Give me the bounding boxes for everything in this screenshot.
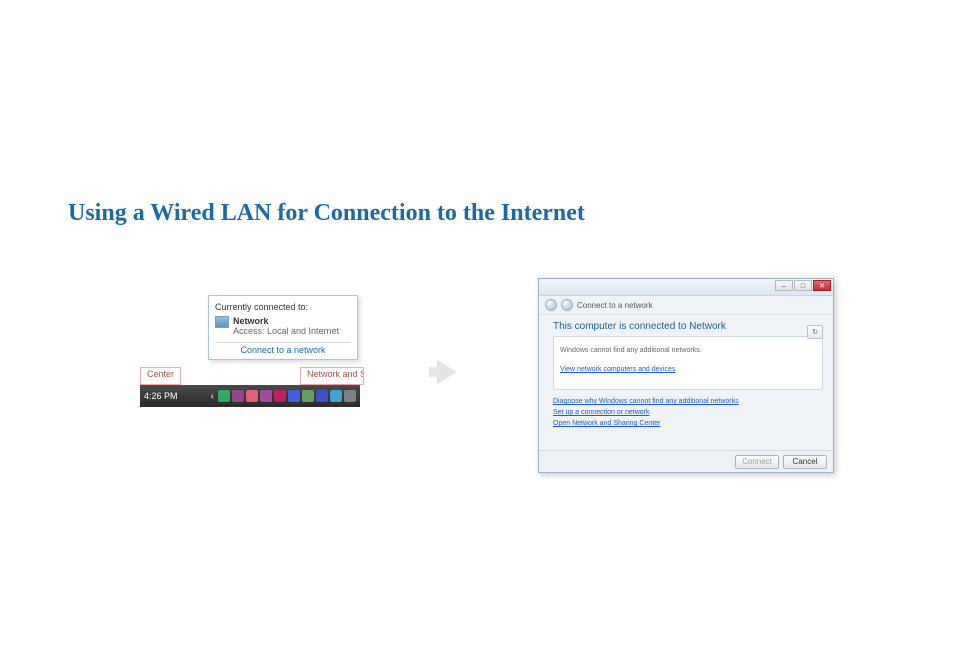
network-tray-popup: Currently connected to: Network Access: … (208, 295, 358, 360)
no-networks-message: Windows cannot find any additional netwo… (560, 347, 816, 354)
setup-connection-link[interactable]: Set up a connection or network (553, 407, 823, 418)
open-sharing-center-link[interactable]: Open Network and Sharing Center (553, 418, 823, 429)
diagnose-link[interactable]: Diagnose why Windows cannot find any add… (553, 396, 823, 407)
tray-network-figure: Currently connected to: Network Access: … (140, 295, 360, 410)
tray-icon[interactable] (274, 390, 286, 402)
connect-network-dialog: – □ ✕ Connect to a network This computer… (538, 278, 834, 473)
connect-button[interactable]: Connect (735, 455, 779, 469)
dialog-heading: This computer is connected to Network (553, 321, 823, 332)
breadcrumb-title: Connect to a network (577, 301, 653, 310)
network-name: Network (233, 316, 339, 326)
network-icon (215, 316, 229, 328)
tray-icon[interactable] (344, 390, 356, 402)
window-close-button[interactable]: ✕ (813, 280, 831, 291)
refresh-button[interactable]: ↻ (807, 325, 823, 339)
tray-icon[interactable] (232, 390, 244, 402)
tray-icon[interactable] (288, 390, 300, 402)
tray-icon[interactable] (218, 390, 230, 402)
tray-icon[interactable] (316, 390, 328, 402)
tray-icon[interactable] (330, 390, 342, 402)
window-minimize-button[interactable]: – (775, 280, 793, 291)
dialog-titlebar: – □ ✕ (539, 279, 833, 296)
networks-list: Windows cannot find any additional netwo… (553, 336, 823, 390)
page-title: Using a Wired LAN for Connection to the … (68, 200, 585, 227)
nav-back-icon[interactable] (545, 299, 557, 311)
network-access: Access: Local and Internet (233, 326, 339, 336)
system-tray: ‹ (211, 390, 356, 402)
tray-expand-icon[interactable]: ‹ (211, 391, 214, 402)
dialog-footer: Connect Cancel (539, 450, 833, 472)
view-computers-link[interactable]: View network computers and devices (560, 364, 816, 375)
taskbar-clock: 4:26 PM (144, 391, 178, 401)
tray-icon[interactable] (302, 390, 314, 402)
nav-forward-icon[interactable] (561, 299, 573, 311)
tray-icon[interactable] (260, 390, 272, 402)
popup-header: Currently connected to: (215, 302, 351, 312)
cancel-button[interactable]: Cancel (783, 455, 827, 469)
dialog-breadcrumb: Connect to a network (539, 296, 833, 315)
window-maximize-button[interactable]: □ (794, 280, 812, 291)
tooltip-center: Center (140, 367, 181, 385)
tooltip-network-sharing: Network and Shar (300, 367, 364, 385)
arrow-right-icon (437, 360, 457, 384)
connect-to-network-link[interactable]: Connect to a network (215, 342, 351, 355)
taskbar: 4:26 PM ‹ (140, 385, 360, 407)
tray-icon[interactable] (246, 390, 258, 402)
